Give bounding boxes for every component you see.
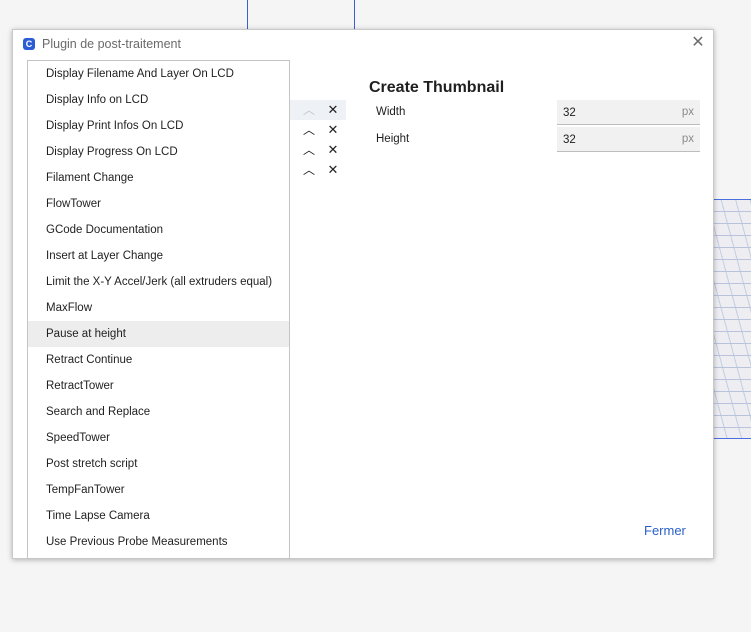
script-list-item[interactable]: TempFanTower: [28, 477, 289, 503]
chevron-up-icon[interactable]: ︿: [299, 160, 319, 180]
close-icon[interactable]: ✕: [691, 35, 705, 51]
script-list-item[interactable]: Retract Continue: [28, 347, 289, 373]
script-list-item[interactable]: Time Lapse Camera: [28, 503, 289, 529]
title-bar: C Plugin de post-traitement ✕: [13, 30, 713, 58]
script-list-item[interactable]: MaxFlow: [28, 295, 289, 321]
chevron-up-icon[interactable]: ︿: [299, 140, 319, 160]
chevron-up-icon: ︿: [302, 103, 315, 117]
script-list-item[interactable]: GCode Documentation: [28, 217, 289, 243]
close-icon[interactable]: ✕: [323, 140, 343, 160]
setting-height-label: Height: [376, 133, 410, 145]
script-list-item[interactable]: FlowTower: [28, 191, 289, 217]
active-script-row: ︿ ✕: [290, 120, 346, 140]
script-list-item[interactable]: Display Print Infos On LCD: [28, 113, 289, 139]
close-button[interactable]: Fermer: [644, 523, 686, 538]
active-script-controls: ︿ ✕ ︿ ✕ ︿ ✕ ︿ ✕: [290, 100, 346, 180]
chevron-up-icon[interactable]: ︿: [299, 120, 319, 140]
viewport-line-left: [247, 0, 248, 29]
setting-height: Height px: [369, 127, 700, 153]
post-processing-dialog: C Plugin de post-traitement ✕ Display Fi…: [12, 29, 714, 559]
viewport-line-right: [354, 0, 355, 29]
setting-width: Width px: [369, 100, 700, 126]
build-plate-grid: [712, 199, 751, 439]
script-list-item[interactable]: Display Filename And Layer On LCD: [28, 61, 289, 87]
width-field[interactable]: px: [557, 100, 700, 125]
script-list-item[interactable]: Display Info on LCD: [28, 87, 289, 113]
close-icon[interactable]: ✕: [323, 120, 343, 140]
height-unit: px: [681, 133, 694, 145]
script-list-item[interactable]: RetractTower: [28, 373, 289, 399]
dialog-title: Plugin de post-traitement: [42, 37, 181, 51]
script-list-item[interactable]: Insert at Layer Change: [28, 243, 289, 269]
close-icon[interactable]: ✕: [323, 100, 343, 120]
script-list-item[interactable]: Search and Replace: [28, 399, 289, 425]
width-unit: px: [681, 106, 694, 118]
close-icon[interactable]: ✕: [323, 160, 343, 180]
script-list-item[interactable]: Post stretch script: [28, 451, 289, 477]
script-list-item[interactable]: Filament Change: [28, 165, 289, 191]
script-list-item[interactable]: SpeedTower: [28, 425, 289, 451]
script-list-item[interactable]: Use Previous Probe Measurements: [28, 529, 289, 555]
height-input[interactable]: [563, 131, 663, 148]
setting-width-label: Width: [376, 106, 406, 118]
app-icon: C: [23, 38, 35, 50]
width-input[interactable]: [563, 104, 663, 121]
active-script-row: ︿ ✕: [290, 140, 346, 160]
script-list[interactable]: Display Filename And Layer On LCD Display…: [27, 60, 290, 559]
script-list-item[interactable]: Limit the X-Y Accel/Jerk (all extruders …: [28, 269, 289, 295]
height-field[interactable]: px: [557, 127, 700, 152]
settings-title: Create Thumbnail: [369, 79, 505, 96]
active-script-row: ︿ ✕: [290, 160, 346, 180]
active-script-row: ︿ ✕: [290, 100, 346, 120]
script-list-item[interactable]: Display Progress On LCD: [28, 139, 289, 165]
script-list-item[interactable]: Pause at height: [28, 321, 289, 347]
